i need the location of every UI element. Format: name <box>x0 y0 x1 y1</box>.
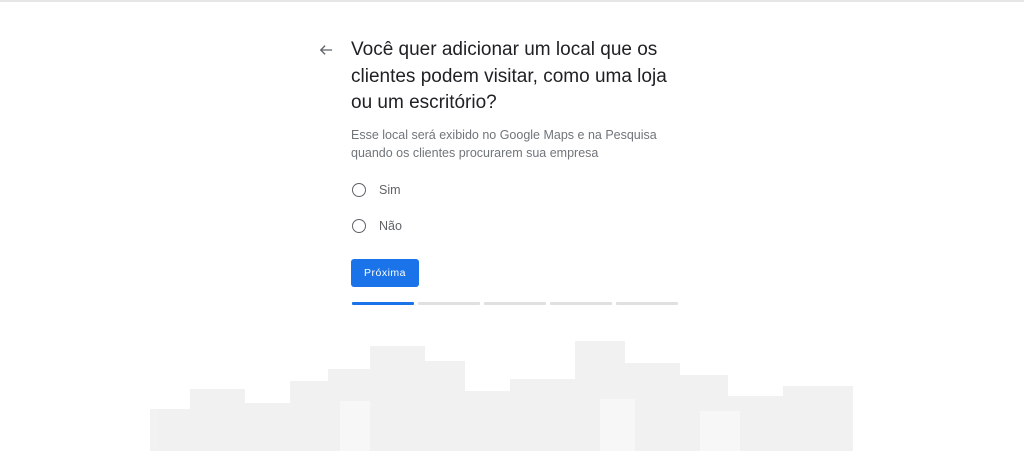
next-button[interactable]: Próxima <box>351 258 419 287</box>
question-card: Você quer adicionar um local que os clie… <box>351 37 691 287</box>
page-title: Você quer adicionar um local que os clie… <box>351 39 667 113</box>
city-skyline-illustration <box>0 341 1024 451</box>
option-label-nao: Não <box>379 218 402 233</box>
options-radio-group: Sim Não <box>351 178 691 238</box>
top-divider <box>0 0 1024 2</box>
option-label-sim: Sim <box>379 182 401 197</box>
progress-segment-3 <box>484 302 546 305</box>
arrow-left-icon <box>319 45 333 55</box>
radio-button-sim[interactable] <box>352 182 366 197</box>
progress-bar <box>352 302 678 305</box>
page-subtitle: Esse local será exibido no Google Maps e… <box>351 127 657 160</box>
progress-segment-4 <box>550 302 612 305</box>
radio-button-nao[interactable] <box>352 218 366 233</box>
progress-segment-2 <box>418 302 480 305</box>
back-button[interactable] <box>314 38 338 62</box>
option-nao[interactable]: Não <box>351 214 691 238</box>
option-sim[interactable]: Sim <box>351 178 691 202</box>
progress-segment-5 <box>616 302 678 305</box>
progress-segment-1 <box>352 302 414 305</box>
